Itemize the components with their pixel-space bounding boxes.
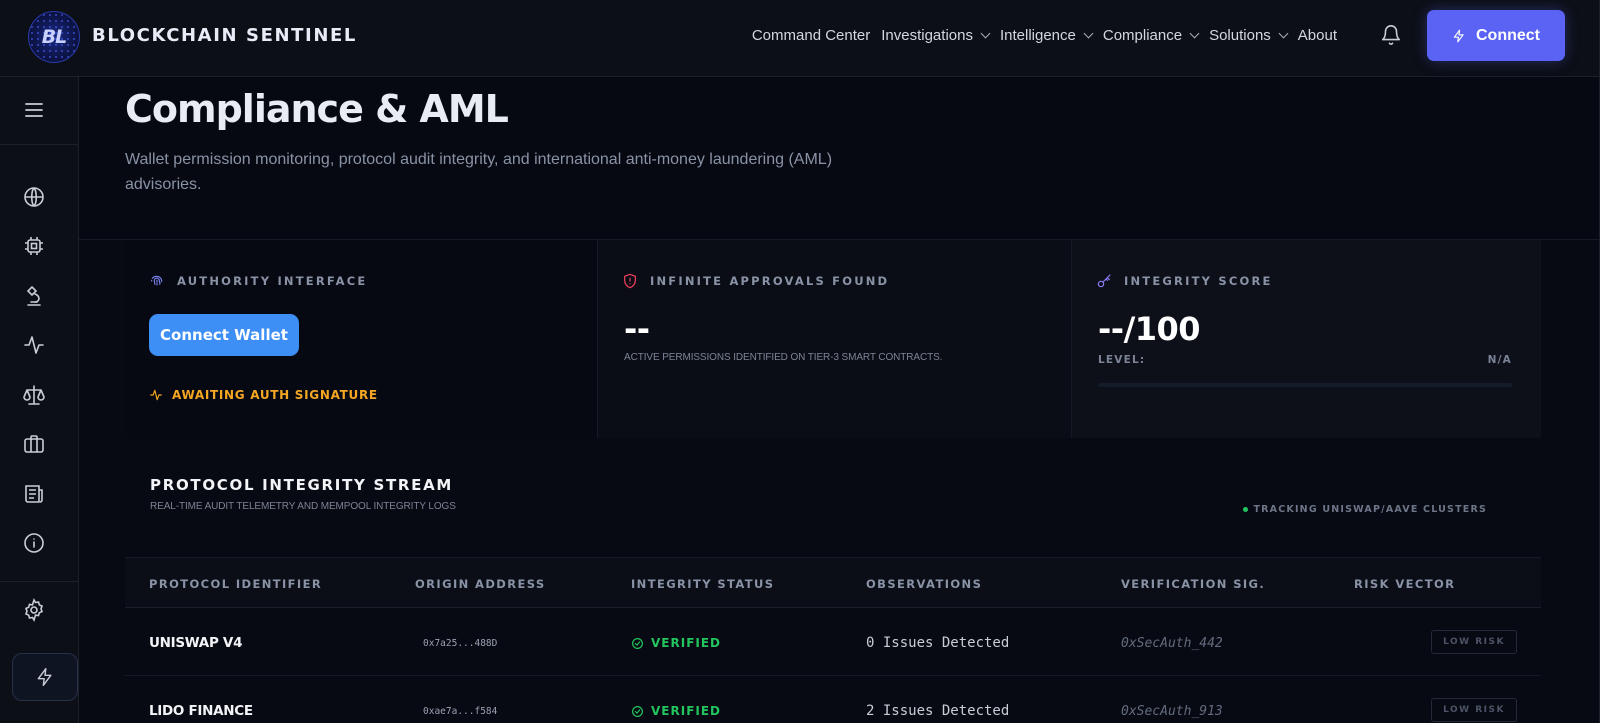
chevron-down-icon [1083, 28, 1094, 38]
briefcase-icon[interactable] [22, 432, 46, 456]
nav-label: Investigations [881, 26, 973, 44]
nav-investigations[interactable]: Investigations [881, 26, 991, 44]
status-text: VERIFIED [651, 636, 722, 650]
protocol-name: LIDO FINANCE [149, 703, 253, 719]
status-dot-icon [1243, 507, 1249, 512]
card-label: INFINITE APPROVALS FOUND [622, 273, 889, 289]
approvals-value: -- [624, 310, 650, 348]
gear-icon[interactable] [22, 598, 46, 622]
page-title: Compliance & AML [125, 87, 509, 131]
page-subtitle: Wallet permission monitoring, protocol a… [125, 151, 833, 193]
menu-icon[interactable] [22, 98, 46, 122]
status-badge: VERIFIED [631, 704, 721, 718]
column-header[interactable]: RISK VECTOR [1354, 577, 1455, 591]
brand-logo[interactable]: BL [28, 11, 80, 63]
chip-icon[interactable] [22, 234, 46, 258]
nav-label: Solutions [1209, 26, 1271, 44]
bell-icon[interactable] [1380, 24, 1402, 46]
integrity-progress-bar [1098, 383, 1512, 387]
scale-icon[interactable] [22, 383, 46, 407]
integrity-value: --/100 [1098, 310, 1201, 348]
nav-command-center[interactable]: Command Center [752, 27, 870, 44]
column-header[interactable]: INTEGRITY STATUS [631, 577, 774, 591]
chevron-down-icon [1189, 28, 1200, 38]
approvals-note: ACTIVE PERMISSIONS IDENTIFIED ON TIER-3 … [624, 352, 943, 363]
auth-status-text: AWAITING AUTH SIGNATURE [172, 388, 378, 402]
nav-solutions[interactable]: Solutions [1209, 26, 1289, 44]
observations: 2 Issues Detected [866, 703, 1010, 719]
shield-alert-icon [624, 273, 636, 289]
brand-name[interactable]: BLOCKCHAIN SENTINEL [92, 25, 357, 46]
chevron-down-icon [1278, 28, 1289, 38]
integrity-label: INTEGRITY SCORE [1124, 274, 1273, 288]
table-header: PROTOCOL IDENTIFIER ORIGIN ADDRESS INTEG… [125, 557, 1541, 608]
risk-badge: LOW RISK [1431, 698, 1517, 722]
nav-label: Compliance [1102, 26, 1183, 44]
top-bar: BL BLOCKCHAIN SENTINEL Command Center In… [0, 0, 1600, 77]
auth-status: AWAITING AUTH SIGNATURE [149, 388, 378, 402]
approvals-card: INFINITE APPROVALS FOUND -- ACTIVE PERMI… [597, 240, 1071, 438]
card-label: AUTHORITY INTERFACE [149, 273, 367, 289]
check-circle-icon [632, 705, 643, 717]
nav-intelligence[interactable]: Intelligence [999, 26, 1094, 44]
column-header[interactable]: PROTOCOL IDENTIFIER [149, 577, 322, 591]
protocol-name: UNISWAP V4 [149, 635, 243, 651]
nav-about[interactable]: About [1298, 27, 1337, 44]
activity-icon[interactable] [22, 333, 46, 357]
check-circle-icon [632, 637, 643, 649]
summary-cards: AUTHORITY INTERFACE Connect Wallet AWAIT… [125, 240, 1541, 438]
nav-label: Intelligence [999, 26, 1076, 44]
globe-icon[interactable] [22, 185, 46, 209]
table-row[interactable]: UNISWAP V4 0x7a25...488D VERIFIED 0 Issu… [125, 608, 1541, 676]
logo-text: BL [41, 26, 68, 48]
tracking-text: TRACKING UNISWAP/AAVE CLUSTERS [1253, 504, 1487, 515]
level-value: N/A [1487, 354, 1512, 366]
chevron-down-icon [980, 28, 991, 38]
origin-address[interactable]: 0x7a25...488D [423, 638, 497, 649]
integrity-card: INTEGRITY SCORE --/100 LEVEL: N/A [1071, 240, 1541, 438]
stream-title: PROTOCOL INTEGRITY STREAM [150, 476, 454, 494]
microscope-icon[interactable] [22, 284, 46, 308]
verification-signature: 0xSecAuth_442 [1121, 636, 1223, 651]
status-text: VERIFIED [651, 704, 722, 718]
column-header[interactable]: VERIFICATION SIG. [1121, 577, 1265, 591]
nav-label: Command Center [751, 26, 871, 44]
card-label: INTEGRITY SCORE [1096, 273, 1273, 289]
fingerprint-icon [151, 275, 163, 286]
activity-icon [150, 389, 162, 401]
origin-address[interactable]: 0xae7a...f584 [423, 706, 497, 717]
sidebar-divider [0, 144, 79, 145]
status-badge: VERIFIED [631, 636, 721, 650]
connect-button[interactable]: Connect [1427, 10, 1565, 61]
bolt-icon [37, 667, 52, 687]
connect-wallet-button[interactable]: Connect Wallet [149, 314, 299, 356]
sidebar [0, 77, 79, 723]
newspaper-icon[interactable] [22, 482, 46, 506]
column-header[interactable]: ORIGIN ADDRESS [415, 577, 546, 591]
verification-signature: 0xSecAuth_913 [1121, 704, 1223, 719]
risk-badge: LOW RISK [1431, 630, 1517, 654]
sidebar-divider [0, 581, 79, 582]
info-icon[interactable] [22, 531, 46, 555]
quick-action-button[interactable] [12, 653, 78, 701]
main-content: Compliance & AML Wallet permission monit… [79, 77, 1600, 723]
observations: 0 Issues Detected [866, 635, 1010, 651]
connect-label: Connect [1476, 26, 1540, 44]
authority-label: AUTHORITY INTERFACE [177, 274, 368, 288]
nav-compliance[interactable]: Compliance [1102, 26, 1200, 44]
integrity-level: LEVEL: N/A [1098, 354, 1512, 366]
table-row[interactable]: LIDO FINANCE 0xae7a...f584 VERIFIED 2 Is… [125, 676, 1541, 723]
page-header: Compliance & AML Wallet permission monit… [79, 77, 1600, 240]
bolt-icon [1453, 29, 1464, 42]
approvals-label: INFINITE APPROVALS FOUND [650, 274, 890, 288]
authority-card: AUTHORITY INTERFACE Connect Wallet AWAIT… [125, 240, 597, 438]
nav-label: About [1297, 26, 1337, 44]
tracking-indicator: TRACKING UNISWAP/AAVE CLUSTERS [1243, 504, 1487, 515]
key-icon [1097, 274, 1111, 288]
integrity-table: PROTOCOL IDENTIFIER ORIGIN ADDRESS INTEG… [125, 557, 1541, 723]
level-label: LEVEL: [1098, 354, 1146, 366]
main-nav: Command Center Investigations Intelligen… [752, 0, 1337, 70]
column-header[interactable]: OBSERVATIONS [866, 577, 982, 591]
stream-subtitle: REAL-TIME AUDIT TELEMETRY AND MEMPOOL IN… [150, 501, 456, 512]
